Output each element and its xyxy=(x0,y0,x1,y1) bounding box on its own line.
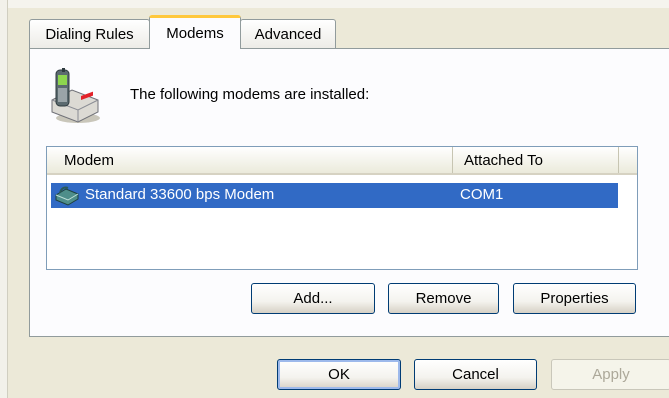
tab-modems[interactable]: Modems xyxy=(149,15,241,49)
installed-modems-label: The following modems are installed: xyxy=(130,86,370,103)
tab-advanced[interactable]: Advanced xyxy=(240,19,336,49)
attached-port: COM1 xyxy=(460,186,504,203)
column-header-modem[interactable]: Modem xyxy=(47,147,453,173)
list-item[interactable]: Standard 33600 bps Modem COM1 xyxy=(51,183,618,208)
remove-button[interactable]: Remove xyxy=(388,283,499,314)
list-header: Modem Attached To xyxy=(47,147,637,175)
dialog-left-edge xyxy=(0,0,8,398)
add-button[interactable]: Add... xyxy=(251,283,375,314)
modem-icon xyxy=(54,184,80,206)
tab-dialing-rules[interactable]: Dialing Rules xyxy=(29,19,150,49)
apply-button[interactable]: Apply xyxy=(551,359,669,390)
modems-list[interactable]: Modem Attached To Standard 33600 bps Mod… xyxy=(46,146,638,270)
modem-name: Standard 33600 bps Modem xyxy=(85,186,275,203)
cancel-button[interactable]: Cancel xyxy=(414,359,537,390)
phone-modem-icon xyxy=(48,68,102,126)
dialog-top-edge xyxy=(0,0,669,8)
properties-button[interactable]: Properties xyxy=(513,283,636,314)
ok-button[interactable]: OK xyxy=(277,359,401,390)
column-header-attached-to[interactable]: Attached To xyxy=(453,147,619,173)
